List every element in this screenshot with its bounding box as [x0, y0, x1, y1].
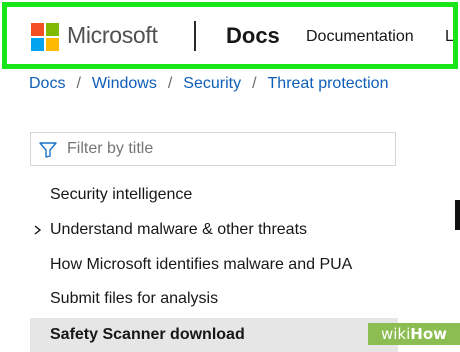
breadcrumb-security[interactable]: Security	[183, 75, 241, 92]
breadcrumb-docs[interactable]: Docs	[29, 75, 65, 92]
toc-item-how-microsoft-identifies[interactable]: How Microsoft identifies malware and PUA	[30, 248, 398, 282]
nav-link-learn[interactable]: Le	[445, 28, 453, 46]
page-edge-marker	[455, 200, 460, 230]
chevron-right-icon[interactable]	[33, 225, 42, 235]
watermark-how: How	[410, 325, 447, 343]
breadcrumb: Docs / Windows / Security / Threat protection	[29, 75, 388, 93]
breadcrumb-separator: /	[252, 75, 257, 92]
wikihow-watermark: wikiHow	[368, 323, 460, 345]
logo-square-red	[31, 23, 44, 36]
toc-item-label: Security intelligence	[50, 186, 193, 203]
breadcrumb-windows[interactable]: Windows	[92, 75, 157, 92]
header-divider	[194, 21, 196, 51]
filter-input[interactable]	[67, 137, 387, 161]
brand-name[interactable]: Microsoft	[67, 22, 158, 49]
filter-box[interactable]	[30, 132, 396, 166]
site-header: Microsoft Docs Documentation Le	[2, 2, 458, 69]
logo-square-green	[46, 23, 59, 36]
toc-item-understand-malware[interactable]: Understand malware & other threats	[30, 213, 398, 247]
toc-item-label: Understand malware & other threats	[50, 221, 308, 238]
logo-square-yellow	[46, 38, 59, 51]
toc-item-label: How Microsoft identifies malware and PUA	[50, 256, 353, 273]
toc-item-label: Safety Scanner download	[50, 326, 245, 343]
watermark-wiki: wiki	[380, 325, 411, 343]
breadcrumb-threat-protection[interactable]: Threat protection	[268, 75, 389, 92]
filter-icon	[39, 142, 57, 158]
breadcrumb-separator: /	[76, 75, 81, 92]
toc-item-safety-scanner[interactable]: Safety Scanner download	[30, 318, 398, 352]
breadcrumb-separator: /	[167, 75, 173, 92]
toc-item-label: Submit files for analysis	[50, 290, 219, 307]
toc-item-submit-files[interactable]: Submit files for analysis	[30, 282, 398, 316]
microsoft-logo-icon[interactable]	[31, 23, 59, 51]
nav-link-documentation[interactable]: Documentation	[306, 28, 414, 46]
toc-item-security-intelligence[interactable]: Security intelligence	[30, 178, 398, 212]
site-title[interactable]: Docs	[226, 23, 280, 49]
logo-square-blue	[31, 38, 44, 51]
